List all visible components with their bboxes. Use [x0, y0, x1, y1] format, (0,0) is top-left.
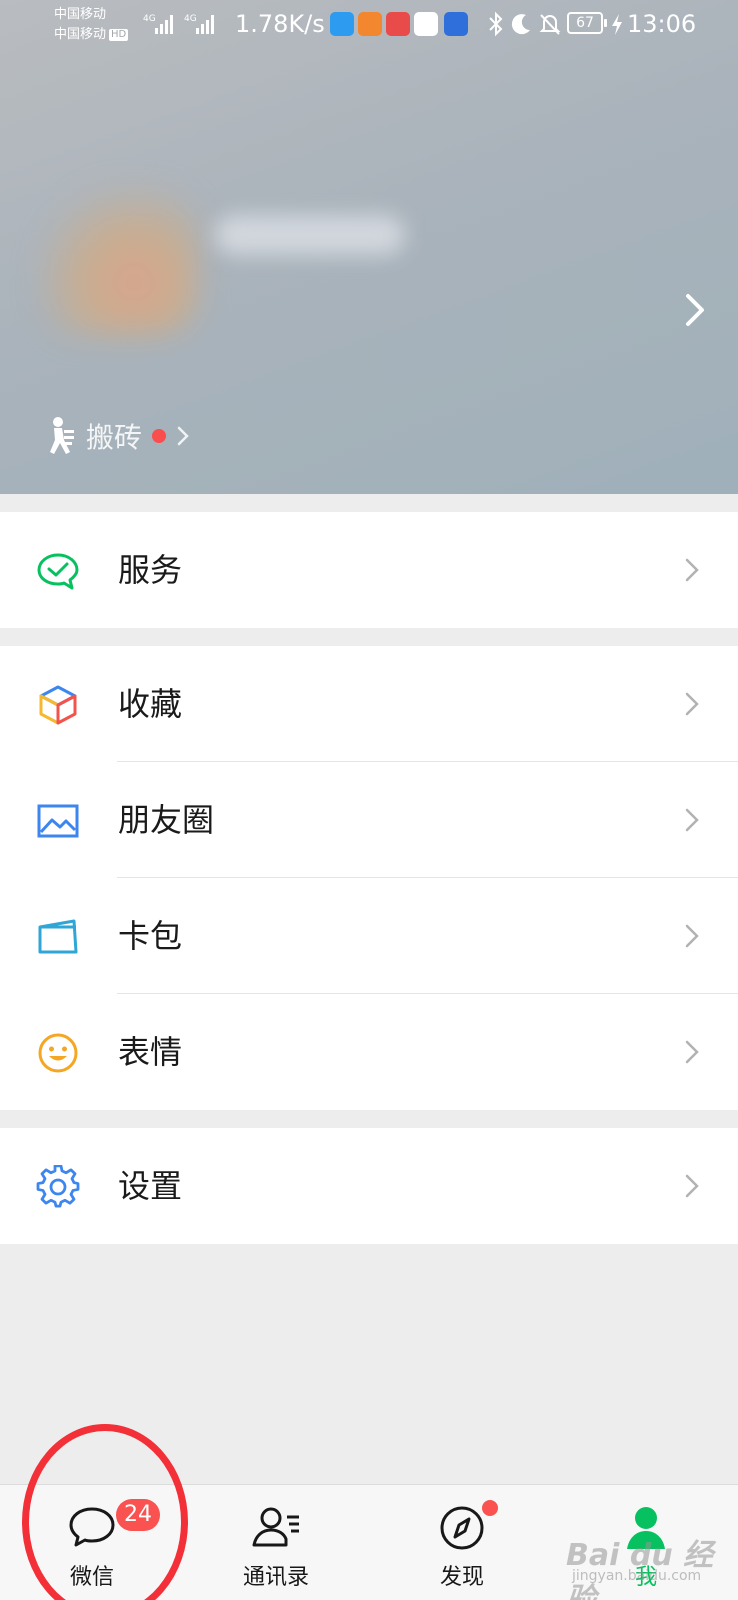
profile-name: [215, 215, 405, 255]
menu-item-moments[interactable]: 朋友圈: [0, 762, 738, 878]
bluetooth-icon: [489, 11, 503, 37]
status-red-dot: [152, 429, 167, 443]
battery-indicator: 67: [567, 12, 603, 34]
moon-icon: [511, 14, 530, 35]
signal-icon: 4G: [143, 14, 173, 34]
signal-icon: 4G: [184, 14, 214, 34]
chevron-right-icon: [177, 426, 189, 446]
baidu-app-icon: [414, 12, 438, 36]
moments-image-icon: [37, 804, 79, 838]
tab-discover[interactable]: 发现: [382, 1485, 542, 1600]
status-button[interactable]: 搬砖: [42, 414, 190, 458]
menu-label-settings: 设置: [118, 1167, 183, 1205]
chevron-right-icon: [685, 1174, 699, 1198]
profile-header[interactable]: 搬砖 中国移动 中国移动 HD 4G 4G 1.78K/s 67 13:06: [0, 0, 738, 494]
net-label-1: 4G: [143, 14, 156, 24]
menu-label-moments: 朋友圈: [118, 801, 215, 839]
gear-icon: [36, 1165, 80, 1208]
app-notification-icon: [330, 12, 354, 36]
service-icon: [37, 553, 79, 590]
chevron-right-icon: [685, 1040, 699, 1064]
menu-item-favorites[interactable]: 收藏: [0, 646, 738, 762]
news-app-icon: [444, 12, 468, 36]
tab-contacts[interactable]: 通讯录: [196, 1485, 356, 1600]
carrier-1: 中国移动: [54, 7, 107, 22]
menu-item-cards[interactable]: 卡包: [0, 878, 738, 994]
clock: 13:06: [627, 10, 697, 38]
contacts-icon: [252, 1507, 299, 1547]
net-label-2: 4G: [184, 14, 197, 24]
service-section: 服务: [0, 512, 738, 628]
menu-label-service: 服务: [118, 551, 183, 589]
battery-cap: [604, 19, 607, 27]
menu-item-service[interactable]: 服务: [0, 512, 738, 628]
compass-icon: [440, 1506, 484, 1550]
status-label: 搬砖: [86, 421, 143, 454]
carrier-info: 中国移动 中国移动 HD: [54, 5, 129, 45]
chevron-right-icon: [685, 692, 699, 716]
mute-bell-icon: [539, 14, 561, 35]
menu-label-favorites: 收藏: [118, 685, 183, 723]
video-app-icon: [358, 12, 382, 36]
chevron-right-icon: [685, 808, 699, 832]
menu-label-stickers: 表情: [118, 1033, 183, 1071]
watermark-url: jingyan.baidu.com: [572, 1568, 702, 1584]
features-section: 收藏 朋友圈 卡包 表情: [0, 646, 738, 1110]
hd-badge: HD: [109, 29, 129, 41]
carrier-2: 中国移动: [54, 27, 107, 42]
smiley-icon: [38, 1033, 78, 1073]
network-speed: 1.78K/s: [235, 10, 325, 38]
favorites-cube-icon: [39, 685, 77, 725]
charging-icon: [612, 14, 622, 35]
worker-status-icon: [50, 417, 74, 454]
watermark: Bai du 经验: [566, 1538, 714, 1600]
card-wallet-icon: [38, 919, 78, 954]
avatar[interactable]: [38, 185, 198, 335]
chevron-right-icon[interactable]: [682, 292, 708, 328]
discover-red-dot: [482, 1500, 498, 1516]
tab-label-contacts: 通讯录: [242, 1565, 309, 1590]
annotation-circle: [22, 1424, 188, 1600]
menu-label-cards: 卡包: [118, 917, 183, 955]
tab-label-discover: 发现: [439, 1565, 484, 1590]
menu-item-settings[interactable]: 设置: [0, 1128, 738, 1244]
book-app-icon: [386, 12, 410, 36]
settings-section: 设置: [0, 1128, 738, 1244]
menu-item-stickers[interactable]: 表情: [0, 994, 738, 1110]
chevron-right-icon: [685, 924, 699, 948]
chevron-right-icon: [685, 558, 699, 582]
